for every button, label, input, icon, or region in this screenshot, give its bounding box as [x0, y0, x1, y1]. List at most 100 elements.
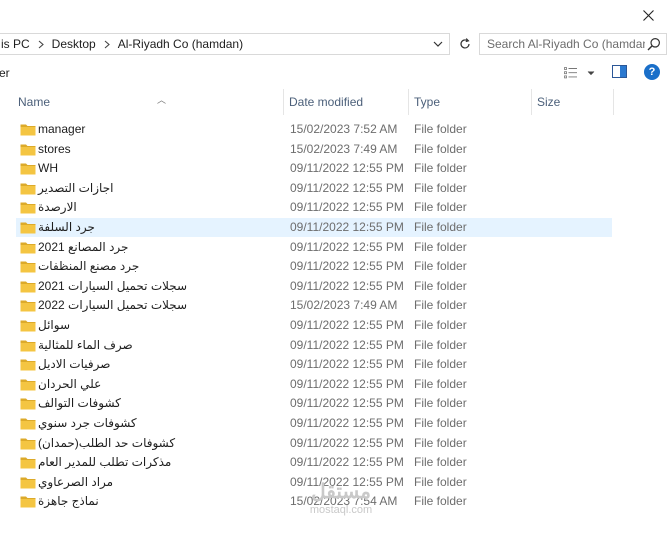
folder-icon [20, 496, 36, 508]
folder-icon [20, 281, 36, 293]
file-row-type: File folder [414, 142, 467, 156]
file-row-date: 15/02/2023 7:52 AM [290, 122, 398, 136]
folder-icon [20, 340, 36, 352]
folder-icon [20, 379, 36, 391]
file-row[interactable]: كشوفات جرد سنوي 09/11/2022 12:55 PM File f… [16, 414, 612, 433]
file-row[interactable]: صرفيات الاديل 09/11/2022 12:55 PM File fol… [16, 355, 612, 374]
search-box[interactable] [479, 33, 667, 55]
folder-icon [20, 222, 36, 234]
file-row-date: 09/11/2022 12:55 PM [290, 220, 404, 234]
change-view-button[interactable] [564, 64, 598, 82]
watermark-sub: mostaql.com [309, 504, 373, 516]
file-row[interactable]: WH 09/11/2022 12:55 PM File folder [16, 159, 612, 178]
search-input[interactable] [487, 37, 645, 51]
file-row-name: مذكرات تطلب للمدير العام [38, 455, 172, 469]
file-row[interactable]: سجلات تحميل السيارات 2021 09/11/2022 12:5… [16, 277, 612, 296]
file-row-date: 09/11/2022 12:55 PM [290, 259, 404, 273]
file-row[interactable]: كشوفات حد الطلب(حمدان) 09/11/2022 12:55 P… [16, 434, 612, 453]
file-row-date: 09/11/2022 12:55 PM [290, 279, 404, 293]
file-row[interactable]: سجلات تحميل السيارات 2022 15/02/2023 7:49… [16, 296, 612, 315]
file-explorer-window: is PC Desktop Al-Riyadh Co (hamdan) Sear… [0, 0, 671, 540]
file-row-name: كشوفات التوالف [38, 396, 121, 410]
file-row[interactable]: سوائل 09/11/2022 12:55 PM File folder [16, 316, 612, 335]
file-row[interactable]: اجازات التصدير 09/11/2022 12:55 PM File fo… [16, 179, 612, 198]
breadcrumb-desktop[interactable]: Desktop [50, 37, 98, 51]
folder-icon [20, 144, 36, 156]
file-row-type: File folder [414, 436, 467, 450]
search-icon[interactable] [647, 37, 661, 54]
column-header-name[interactable]: Name ︿ [13, 89, 284, 115]
folder-icon [20, 242, 36, 254]
address-bar-row: is PC Desktop Al-Riyadh Co (hamdan) [0, 30, 671, 58]
column-headers: Name ︿ Date modified Type Size [0, 89, 671, 115]
file-row[interactable]: مذكرات تطلب للمدير العام 09/11/2022 12:55… [16, 453, 612, 472]
file-row[interactable]: stores 15/02/2023 7:49 AM File folder [16, 140, 612, 159]
file-row-name: سجلات تحميل السيارات 2021 [38, 279, 188, 293]
close-button[interactable] [625, 0, 671, 30]
file-row-name: جرد المصانع 2021 [38, 240, 129, 254]
watermark-main: مستقل [311, 481, 371, 503]
address-bar[interactable]: is PC Desktop Al-Riyadh Co (hamdan) [0, 33, 450, 55]
file-row-name: اجازات التصدير [38, 181, 114, 195]
file-row[interactable]: علي الحردان 09/11/2022 12:55 PM File folde… [16, 375, 612, 394]
file-row-name: صرف الماء للمثالية [38, 338, 133, 352]
file-row-name: كشوفات حد الطلب(حمدان) [38, 436, 176, 450]
folder-icon [20, 261, 36, 273]
file-row-type: File folder [414, 338, 467, 352]
column-header-date[interactable]: Date modified [284, 89, 409, 115]
address-history-dropdown[interactable] [431, 37, 445, 51]
folder-icon [20, 320, 36, 332]
file-row[interactable]: كشوفات التوالف 09/11/2022 12:55 PM File fo… [16, 394, 612, 413]
watermark-logo: مستقل mostaql.com [296, 480, 386, 530]
folder-icon [20, 183, 36, 195]
file-row-date: 09/11/2022 12:55 PM [290, 318, 404, 332]
file-row[interactable]: جرد المصانع 2021 09/11/2022 12:55 PM File … [16, 238, 612, 257]
file-row[interactable]: جرد السلفة 09/11/2022 12:55 PM File folder [16, 218, 612, 237]
file-row-type: File folder [414, 220, 467, 234]
folder-icon [20, 163, 36, 175]
file-row-date: 09/11/2022 12:55 PM [290, 161, 404, 175]
file-row-name: صرفيات الاديل [38, 357, 111, 371]
file-row-name: نماذج جاهزة [38, 494, 99, 508]
file-row-name: جرد السلفة [38, 220, 95, 234]
breadcrumb-current-folder[interactable]: Al-Riyadh Co (hamdan) [116, 37, 245, 51]
column-header-type[interactable]: Type [409, 89, 532, 115]
file-row-type: File folder [414, 475, 467, 489]
file-row-date: 09/11/2022 12:55 PM [290, 416, 404, 430]
file-row-name: الارصدة [38, 200, 77, 214]
file-row[interactable]: صرف الماء للمثالية 09/11/2022 12:55 PM Fil… [16, 336, 612, 355]
file-row-date: 09/11/2022 12:55 PM [290, 181, 404, 195]
file-row-type: File folder [414, 298, 467, 312]
refresh-button[interactable] [455, 33, 475, 55]
file-row-type: File folder [414, 377, 467, 391]
column-header-size[interactable]: Size [532, 89, 614, 115]
folder-icon [20, 202, 36, 214]
file-row-type: File folder [414, 494, 467, 508]
file-row-date: 09/11/2022 12:55 PM [290, 200, 404, 214]
new-folder-button[interactable]: er [0, 66, 10, 80]
breadcrumb-this-pc[interactable]: is PC [0, 37, 32, 51]
folder-icon [20, 398, 36, 410]
file-row-type: File folder [414, 259, 467, 273]
file-row[interactable]: الارصدة 09/11/2022 12:55 PM File folder [16, 198, 612, 217]
file-row-type: File folder [414, 200, 467, 214]
title-bar [0, 0, 671, 30]
command-bar: er ? [0, 58, 671, 89]
file-list: Name ︿ Date modified Type Size manager 15… [0, 89, 671, 540]
file-row[interactable]: جرد مصنع المنظفات 09/11/2022 12:55 PM File… [16, 257, 612, 276]
file-row-type: File folder [414, 416, 467, 430]
file-row[interactable]: manager 15/02/2023 7:52 AM File folder [16, 120, 612, 139]
file-row-name: جرد مصنع المنظفات [38, 259, 140, 273]
file-row-name: stores [38, 142, 71, 156]
folder-icon [20, 477, 36, 489]
close-icon [642, 9, 654, 21]
folder-icon [20, 124, 36, 136]
preview-pane-button[interactable] [612, 65, 628, 81]
breadcrumb-separator-icon[interactable] [32, 40, 50, 49]
column-header-size-label: Size [537, 95, 561, 109]
file-row-date: 09/11/2022 12:55 PM [290, 436, 404, 450]
help-button[interactable]: ? [644, 64, 660, 80]
breadcrumb-separator-icon[interactable] [98, 40, 116, 49]
chevron-down-icon [587, 71, 595, 76]
refresh-icon [460, 38, 470, 49]
